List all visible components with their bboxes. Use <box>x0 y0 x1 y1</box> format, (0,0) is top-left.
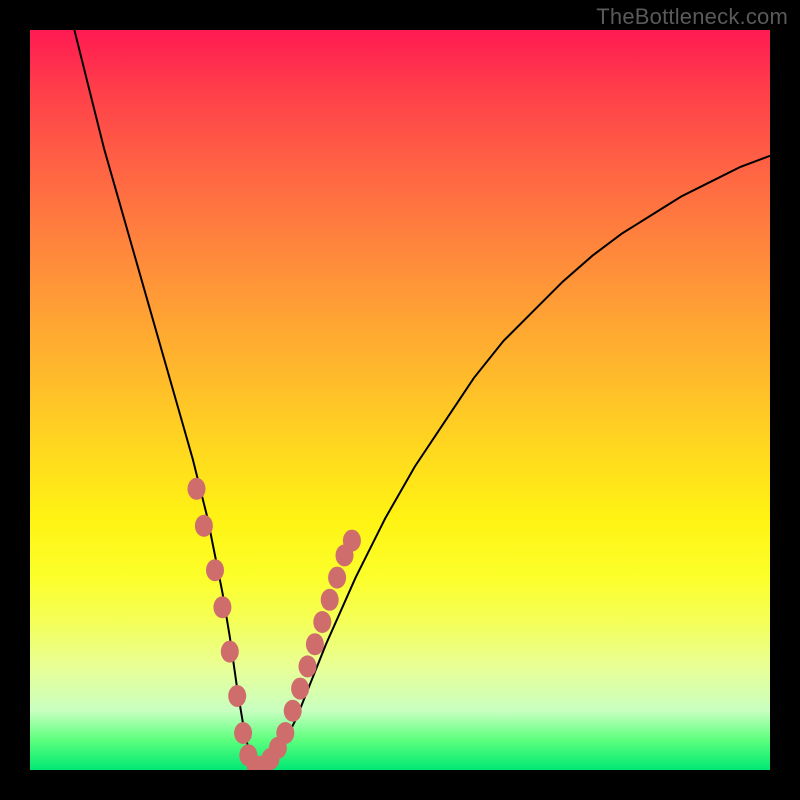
curve-marker <box>306 633 324 655</box>
chart-frame: TheBottleneck.com <box>0 0 800 800</box>
curve-marker <box>343 530 361 552</box>
curve-marker <box>221 641 239 663</box>
curve-marker <box>284 700 302 722</box>
curve-layer <box>30 30 770 770</box>
watermark-text: TheBottleneck.com <box>596 4 788 30</box>
plot-area <box>30 30 770 770</box>
curve-marker <box>228 685 246 707</box>
curve-marker <box>188 478 206 500</box>
curve-marker <box>299 655 317 677</box>
bottleneck-curve <box>74 30 770 770</box>
curve-marker <box>321 589 339 611</box>
curve-marker <box>291 678 309 700</box>
curve-marker <box>213 596 231 618</box>
curve-marker <box>276 722 294 744</box>
curve-marker <box>195 515 213 537</box>
curve-marker <box>234 722 252 744</box>
curve-marker <box>328 567 346 589</box>
curve-marker <box>313 611 331 633</box>
curve-marker <box>206 559 224 581</box>
